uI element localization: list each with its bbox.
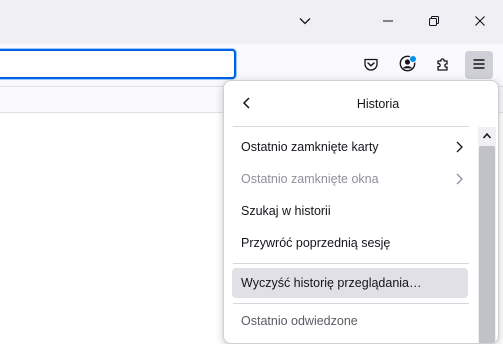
chevron-right-icon <box>454 172 464 189</box>
panel-header: Historia <box>224 81 498 127</box>
recently-closed-windows-item[interactable]: Ostatnio zamknięte okna <box>232 164 468 194</box>
close-icon <box>474 15 486 30</box>
separator <box>233 303 469 304</box>
minimize-button[interactable] <box>365 0 411 44</box>
recently-closed-tabs-item[interactable]: Ostatnio zamknięte karty <box>232 132 468 162</box>
clear-history-item[interactable]: Wyczyść historię przeglądania… <box>232 268 468 298</box>
account-notification-badge <box>409 55 417 63</box>
application-menu-button[interactable] <box>465 51 493 79</box>
restore-previous-session-item[interactable]: Przywróć poprzednią sesję <box>232 228 468 258</box>
title-bar <box>0 0 503 44</box>
url-bar[interactable] <box>0 49 236 79</box>
chevron-down-icon <box>298 14 312 31</box>
chevron-up-icon <box>482 129 492 143</box>
chevron-right-icon <box>454 140 464 157</box>
extensions-icon <box>435 55 452 75</box>
panel-title: Historia <box>356 97 400 111</box>
chevron-left-icon <box>241 96 253 113</box>
extensions-button[interactable] <box>429 51 457 79</box>
save-to-pocket-button[interactable] <box>357 51 385 79</box>
minimize-icon <box>382 15 394 30</box>
pocket-icon <box>363 56 379 75</box>
restore-icon <box>428 15 440 30</box>
scrollbar-thumb[interactable] <box>479 146 495 343</box>
menu-icon <box>472 57 486 74</box>
account-button[interactable] <box>393 51 421 79</box>
restore-button[interactable] <box>411 0 457 44</box>
separator <box>233 126 469 127</box>
recently-visited-header: Ostatnio odwiedzone <box>241 314 358 328</box>
scroll-up-button[interactable] <box>478 127 496 145</box>
back-button[interactable] <box>234 91 260 117</box>
search-history-item[interactable]: Szukaj w historii <box>232 196 468 226</box>
history-panel: Historia Ostatnio zamknięte karty Ostatn… <box>223 80 499 344</box>
separator <box>233 263 469 264</box>
close-window-button[interactable] <box>457 0 503 44</box>
panel-scrollbar[interactable] <box>478 127 496 343</box>
list-all-tabs-button[interactable] <box>282 0 328 44</box>
